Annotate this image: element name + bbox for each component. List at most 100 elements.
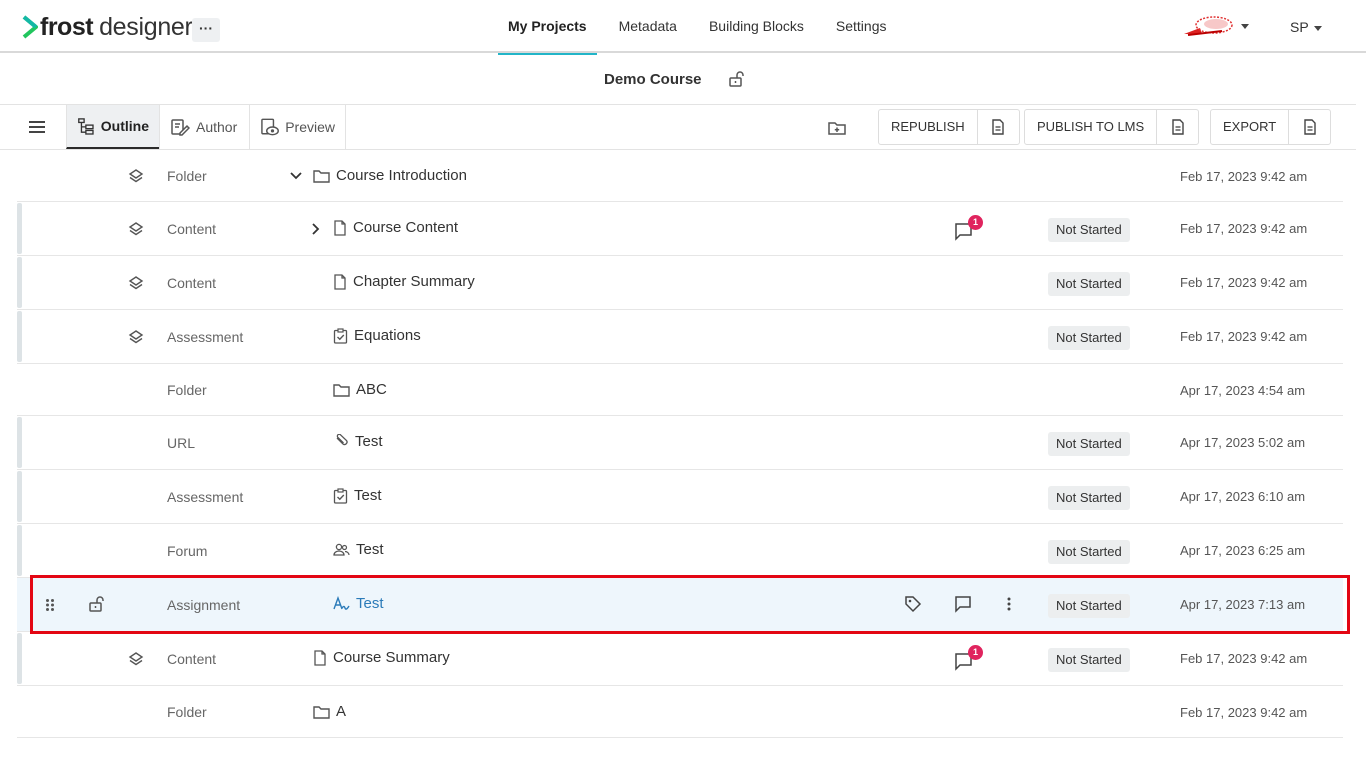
outline-row[interactable]: Content Chapter Summary Not Started Feb …	[17, 256, 1343, 310]
layers-icon	[128, 222, 144, 236]
unlock-icon[interactable]	[88, 595, 106, 613]
row-type-label: Assessment	[167, 329, 244, 345]
status-badge: Not Started	[1048, 648, 1130, 672]
more-menu-button[interactable]: ···	[192, 18, 220, 42]
row-date: Feb 17, 2023 9:42 am	[1180, 275, 1308, 290]
outline-row-selected[interactable]: Assignment Test Not Started Apr 17, 2023…	[17, 575, 1350, 634]
chevron-down-icon[interactable]	[290, 172, 302, 180]
status-badge: Not Started	[1048, 272, 1130, 296]
row-type-label: Assessment	[167, 489, 244, 505]
row-name[interactable]: Test	[333, 541, 384, 558]
comment-count: 1	[968, 215, 983, 230]
republish-log-button[interactable]	[976, 110, 1019, 144]
row-name[interactable]: Course Introduction	[313, 167, 467, 184]
document-icon	[992, 119, 1004, 135]
status-badge: Not Started	[1048, 218, 1130, 242]
row-name[interactable]: A	[313, 703, 346, 720]
kebab-menu-icon[interactable]	[1005, 596, 1013, 612]
row-name-label: Course Introduction	[336, 167, 467, 184]
outline-row[interactable]: Folder A Feb 17, 2023 9:42 am	[17, 686, 1343, 738]
hamburger-menu-icon[interactable]	[29, 120, 45, 134]
publish-lms-log-button[interactable]	[1156, 110, 1198, 144]
drag-handle-icon[interactable]	[45, 598, 55, 612]
status-badge: Not Started	[1048, 432, 1130, 456]
outline-row[interactable]: URL Test Not Started Apr 17, 2023 5:02 a…	[17, 416, 1343, 470]
row-name[interactable]: Test	[333, 487, 382, 504]
layers-icon	[128, 276, 144, 290]
row-name[interactable]: Test	[333, 595, 384, 612]
course-title-bar: Demo Course	[0, 53, 1356, 105]
comment-count: 1	[968, 645, 983, 660]
export-button[interactable]: EXPORT	[1211, 110, 1288, 144]
logo-text-bold: frost	[40, 12, 94, 41]
outline-row[interactable]: Folder Course Introduction Feb 17, 2023 …	[17, 150, 1343, 202]
row-name[interactable]: Course Summary	[313, 649, 450, 666]
org-dropdown-caret-icon[interactable]	[1241, 24, 1249, 29]
document-icon	[1171, 119, 1184, 135]
row-name[interactable]: ABC	[333, 381, 387, 398]
unlock-icon[interactable]	[728, 70, 746, 88]
outline-row[interactable]: Content Course Content 1 Not Started Feb…	[17, 202, 1343, 256]
view-tab-outline[interactable]: Outline	[66, 105, 159, 149]
row-date: Feb 17, 2023 9:42 am	[1180, 651, 1308, 666]
tab-metadata[interactable]: Metadata	[609, 0, 687, 53]
row-name-label: Course Content	[353, 219, 459, 236]
outline-row[interactable]: Forum Test Not Started Apr 17, 2023 6:25…	[17, 524, 1343, 578]
chevron-right-icon[interactable]	[312, 223, 320, 235]
frost-designer-logo[interactable]: frost designer	[22, 13, 193, 41]
row-date: Feb 17, 2023 9:42 am	[1180, 169, 1308, 184]
layers-icon	[128, 330, 144, 344]
row-name-label: ABC	[356, 381, 387, 398]
row-type-label: Content	[167, 651, 217, 667]
organization-logo-icon[interactable]	[1182, 14, 1234, 38]
view-tab-preview-label: Preview	[285, 119, 335, 135]
tag-icon[interactable]	[904, 595, 922, 613]
tab-my-projects[interactable]: My Projects	[498, 0, 597, 55]
row-name[interactable]: Chapter Summary	[333, 273, 475, 290]
user-dropdown-caret-icon[interactable]	[1314, 26, 1322, 31]
outline-row[interactable]: Assessment Equations Not Started Feb 17,…	[17, 310, 1343, 364]
outline-row[interactable]: Content Course Summary 1 Not Started Feb…	[17, 632, 1343, 686]
publish-to-lms-button[interactable]: PUBLISH TO LMS	[1025, 110, 1156, 144]
folder-icon	[313, 705, 330, 719]
view-toolbar: Outline Author Preview REPUBLISH PUBLISH…	[0, 105, 1356, 150]
outline-row[interactable]: Folder ABC Apr 17, 2023 4:54 am	[17, 364, 1343, 416]
view-tab-author-label: Author	[196, 119, 238, 135]
export-log-button[interactable]	[1288, 110, 1330, 144]
row-date: Feb 17, 2023 9:42 am	[1180, 329, 1308, 344]
row-name[interactable]: Course Content	[333, 219, 458, 236]
author-edit-icon	[171, 119, 190, 136]
document-icon	[1304, 119, 1316, 135]
view-tab-outline-label: Outline	[100, 118, 149, 134]
status-badge: Not Started	[1048, 326, 1130, 350]
row-type-label: Content	[167, 221, 217, 237]
row-type-label: URL	[167, 435, 196, 451]
logo-text-light: designer	[99, 12, 193, 41]
tab-building-blocks[interactable]: Building Blocks	[699, 0, 814, 53]
republish-button[interactable]: REPUBLISH	[879, 110, 977, 144]
view-tab-author[interactable]: Author	[159, 105, 249, 149]
row-date: Apr 17, 2023 6:25 am	[1180, 543, 1306, 558]
link-icon	[333, 433, 349, 450]
preview-eye-icon	[261, 118, 279, 136]
comments-badge[interactable]: 1	[954, 215, 983, 242]
view-tab-preview[interactable]: Preview	[249, 105, 346, 149]
row-type-label: Folder	[167, 704, 207, 720]
row-type-label: Folder	[167, 382, 207, 398]
row-name[interactable]: Test	[333, 433, 383, 450]
row-type-label: Assignment	[167, 597, 241, 613]
new-folder-icon[interactable]	[828, 120, 846, 136]
row-type-label: Content	[167, 275, 217, 291]
row-name-label: A	[336, 703, 347, 720]
publish-lms-button-group: PUBLISH TO LMS	[1024, 109, 1200, 145]
row-date: Feb 17, 2023 9:42 am	[1180, 705, 1308, 720]
row-name[interactable]: Equations	[333, 327, 421, 344]
comment-icon[interactable]	[954, 595, 972, 613]
row-date: Feb 17, 2023 9:42 am	[1180, 221, 1308, 236]
outline-row[interactable]: Assessment Test Not Started Apr 17, 2023…	[17, 470, 1343, 524]
people-icon	[333, 543, 350, 557]
row-type-label: Folder	[167, 168, 207, 184]
comments-badge[interactable]: 1	[954, 645, 983, 672]
user-menu-initials[interactable]: SP	[1290, 19, 1309, 35]
tab-settings[interactable]: Settings	[826, 0, 897, 53]
